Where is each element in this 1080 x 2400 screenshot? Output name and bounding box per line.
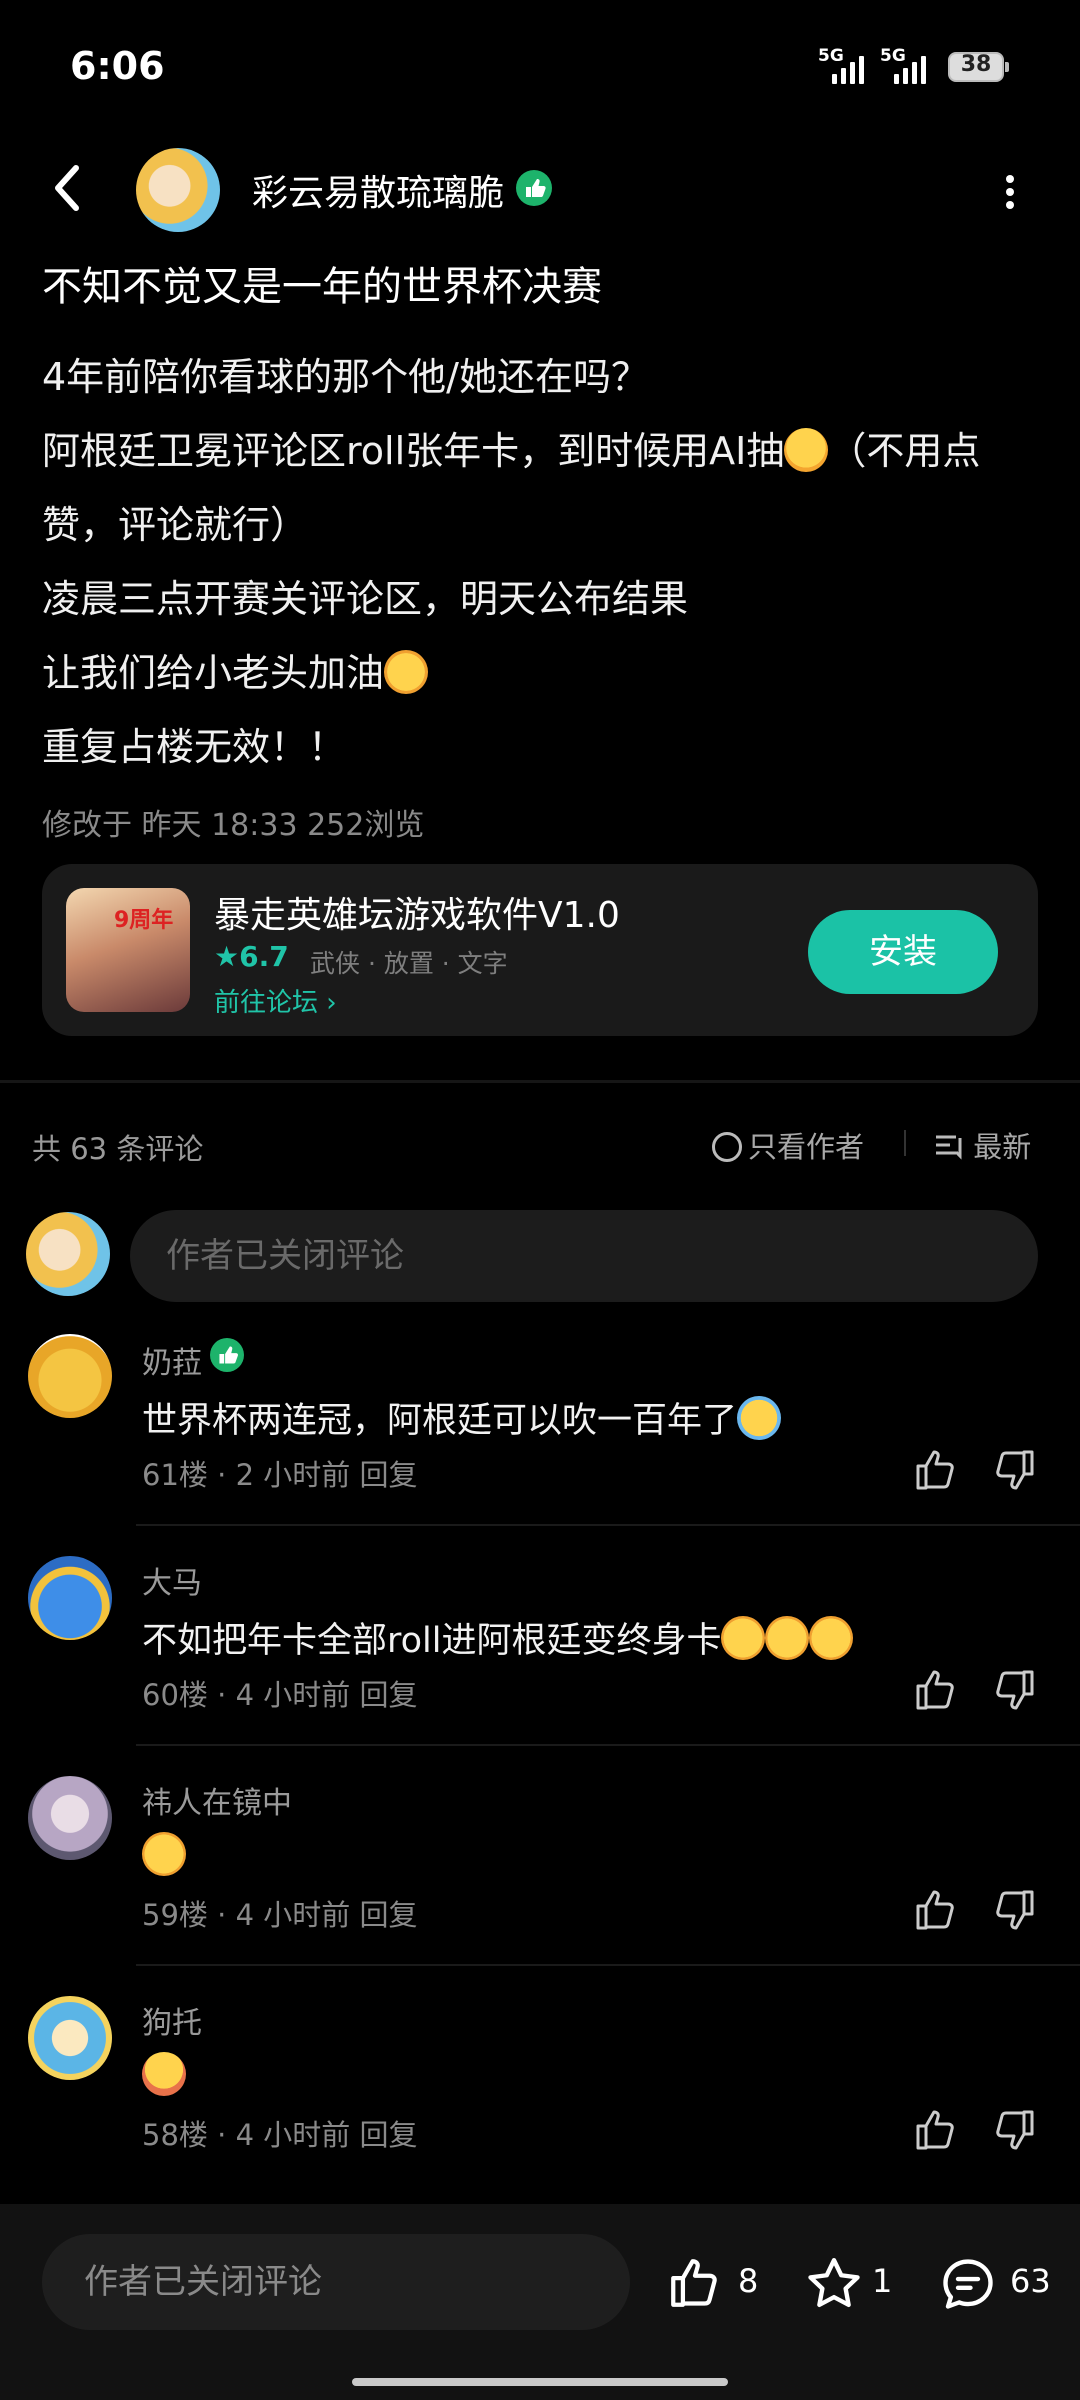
only-author-toggle[interactable]: 只看作者 bbox=[712, 1124, 864, 1166]
star-outline-icon bbox=[808, 2258, 860, 2308]
like-count: 8 bbox=[738, 2262, 759, 2300]
comment-text bbox=[142, 2052, 186, 2097]
verified-badge-icon bbox=[516, 170, 552, 206]
commenter-avatar[interactable] bbox=[28, 1556, 112, 1640]
smirk-emoji-icon bbox=[142, 1832, 186, 1876]
app-card[interactable]: 9周年 暴走英雄坛游戏软件V1.0 ★6.7 武侠 · 放置 · 文字 前往论坛… bbox=[42, 864, 1038, 1036]
status-time: 6:06 bbox=[70, 44, 165, 88]
app-tags: 武侠 · 放置 · 文字 bbox=[310, 949, 508, 978]
favorite-button[interactable] bbox=[804, 2254, 864, 2314]
post-line-text: 阿根廷卫冕评论区roll张年卡，到时候用AI抽 bbox=[42, 429, 785, 473]
verified-badge-icon bbox=[210, 1338, 244, 1372]
app-name: 暴走英雄坛游戏软件V1.0 bbox=[214, 895, 620, 936]
home-indicator[interactable] bbox=[352, 2378, 728, 2386]
comment-button[interactable] bbox=[938, 2254, 998, 2314]
comment-text: 不如把年卡全部roll进阿根廷变终身卡 bbox=[142, 1612, 854, 1663]
thumbs-up-icon[interactable] bbox=[912, 2106, 960, 2154]
thumbs-up-icon bbox=[671, 2259, 717, 2307]
comment-meta: 61楼 · 2 小时前 回复 bbox=[142, 1458, 418, 1492]
battery-icon: 38 bbox=[948, 52, 1009, 82]
divider bbox=[904, 1130, 906, 1156]
post-line: 重复占楼无效！！ bbox=[42, 725, 347, 769]
comment-bubble-icon bbox=[943, 2259, 993, 2309]
post-line: 让我们给小老头加油 bbox=[42, 648, 429, 698]
shocked-emoji-icon bbox=[384, 650, 429, 694]
thumbs-down-icon[interactable] bbox=[990, 1666, 1038, 1714]
sort-icon bbox=[936, 1135, 962, 1160]
app-rating: ★6.7 bbox=[214, 940, 289, 973]
thumbs-down-icon[interactable] bbox=[990, 1886, 1038, 1934]
thumbs-down-icon[interactable] bbox=[990, 2106, 1038, 2154]
favorite-count: 1 bbox=[872, 2262, 893, 2300]
post-line: 凌晨三点开赛关评论区，明天公布结果 bbox=[42, 577, 689, 621]
crying-laughing-emoji-icon bbox=[737, 1396, 782, 1440]
comment-input[interactable]: 作者已关闭评论 bbox=[130, 1210, 1038, 1302]
post-line: 阿根廷卫冕评论区roll张年卡，到时候用AI抽 （不用点 bbox=[42, 426, 980, 476]
bottom-comment-input[interactable]: 作者已关闭评论 bbox=[42, 2234, 630, 2330]
signal-5g-icon: 5G bbox=[818, 46, 864, 84]
comment-separator bbox=[136, 1524, 1080, 1526]
post-meta: 修改于 昨天 18:33 252浏览 bbox=[42, 808, 425, 843]
thumbs-up-icon[interactable] bbox=[912, 1886, 960, 1934]
smirk-emoji-icon bbox=[721, 1616, 766, 1660]
more-options-button[interactable] bbox=[990, 170, 1030, 220]
forum-link[interactable]: 前往论坛 › bbox=[214, 982, 337, 1019]
chevron-left-icon bbox=[55, 165, 79, 211]
commenter-name[interactable]: 大马 bbox=[142, 1558, 202, 1602]
post-line: 赞，评论就行） bbox=[42, 503, 309, 547]
app-icon-label: 9周年 bbox=[114, 908, 174, 933]
commenter-avatar[interactable] bbox=[28, 1996, 112, 2080]
smirk-emoji-icon bbox=[809, 1616, 854, 1660]
user-avatar bbox=[26, 1212, 110, 1296]
reply-button[interactable]: 回复 bbox=[359, 2118, 417, 2152]
like-button[interactable] bbox=[666, 2254, 724, 2312]
reply-button[interactable]: 回复 bbox=[359, 1678, 417, 1712]
post-line-text: （不用点 bbox=[828, 429, 981, 473]
comment-count-bottom: 63 bbox=[1010, 2262, 1051, 2300]
author-name[interactable]: 彩云易散琉璃脆 bbox=[252, 164, 504, 216]
commenter-name[interactable]: 祎人在镜中 bbox=[142, 1778, 292, 1822]
blush-emoji-icon bbox=[784, 428, 829, 472]
post-title: 不知不觉又是一年的世界杯决赛 bbox=[42, 264, 602, 310]
reply-button[interactable]: 回复 bbox=[359, 1898, 417, 1932]
comment-text bbox=[142, 1832, 186, 1877]
radio-circle-icon bbox=[712, 1132, 742, 1162]
thumbs-down-icon[interactable] bbox=[990, 1446, 1038, 1494]
comment-meta: 59楼 · 4 小时前 回复 bbox=[142, 1898, 418, 1932]
section-divider bbox=[0, 1080, 1080, 1083]
thumbs-up-icon[interactable] bbox=[912, 1446, 960, 1494]
signal-5g-icon-2: 5G bbox=[880, 46, 926, 84]
post-line-text: 让我们给小老头加油 bbox=[42, 651, 385, 695]
commenter-avatar[interactable] bbox=[28, 1776, 112, 1860]
app-icon[interactable]: 9周年 bbox=[66, 888, 190, 1012]
chevron-right-icon: › bbox=[326, 988, 337, 1018]
commenter-avatar[interactable] bbox=[28, 1334, 112, 1418]
sort-button[interactable]: 最新 bbox=[934, 1124, 1031, 1166]
comment-meta: 58楼 · 4 小时前 回复 bbox=[142, 2118, 418, 2152]
commenter-name[interactable]: 狗托 bbox=[142, 1998, 202, 2042]
smirk-emoji-icon bbox=[765, 1616, 810, 1660]
comment-separator bbox=[136, 1744, 1080, 1746]
comment-separator bbox=[136, 1964, 1080, 1966]
comment-meta: 60楼 · 4 小时前 回复 bbox=[142, 1678, 418, 1712]
comment-text: 世界杯两连冠，阿根廷可以吹一百年了 bbox=[142, 1392, 782, 1443]
tongue-emoji-icon bbox=[142, 2052, 186, 2096]
star-icon: ★ bbox=[214, 940, 240, 973]
comment-count: 共 63 条评论 bbox=[32, 1132, 204, 1166]
install-button[interactable]: 安装 bbox=[808, 910, 998, 994]
post-line: 4年前陪你看球的那个他/她还在吗？ bbox=[42, 355, 649, 399]
reply-button[interactable]: 回复 bbox=[359, 1458, 417, 1492]
thumbs-up-icon[interactable] bbox=[912, 1666, 960, 1714]
commenter-name[interactable]: 奶菈 bbox=[142, 1338, 202, 1382]
author-avatar[interactable] bbox=[136, 148, 220, 232]
back-button[interactable] bbox=[40, 158, 100, 218]
bottom-bar: 作者已关闭评论 8 1 63 bbox=[0, 2204, 1080, 2400]
